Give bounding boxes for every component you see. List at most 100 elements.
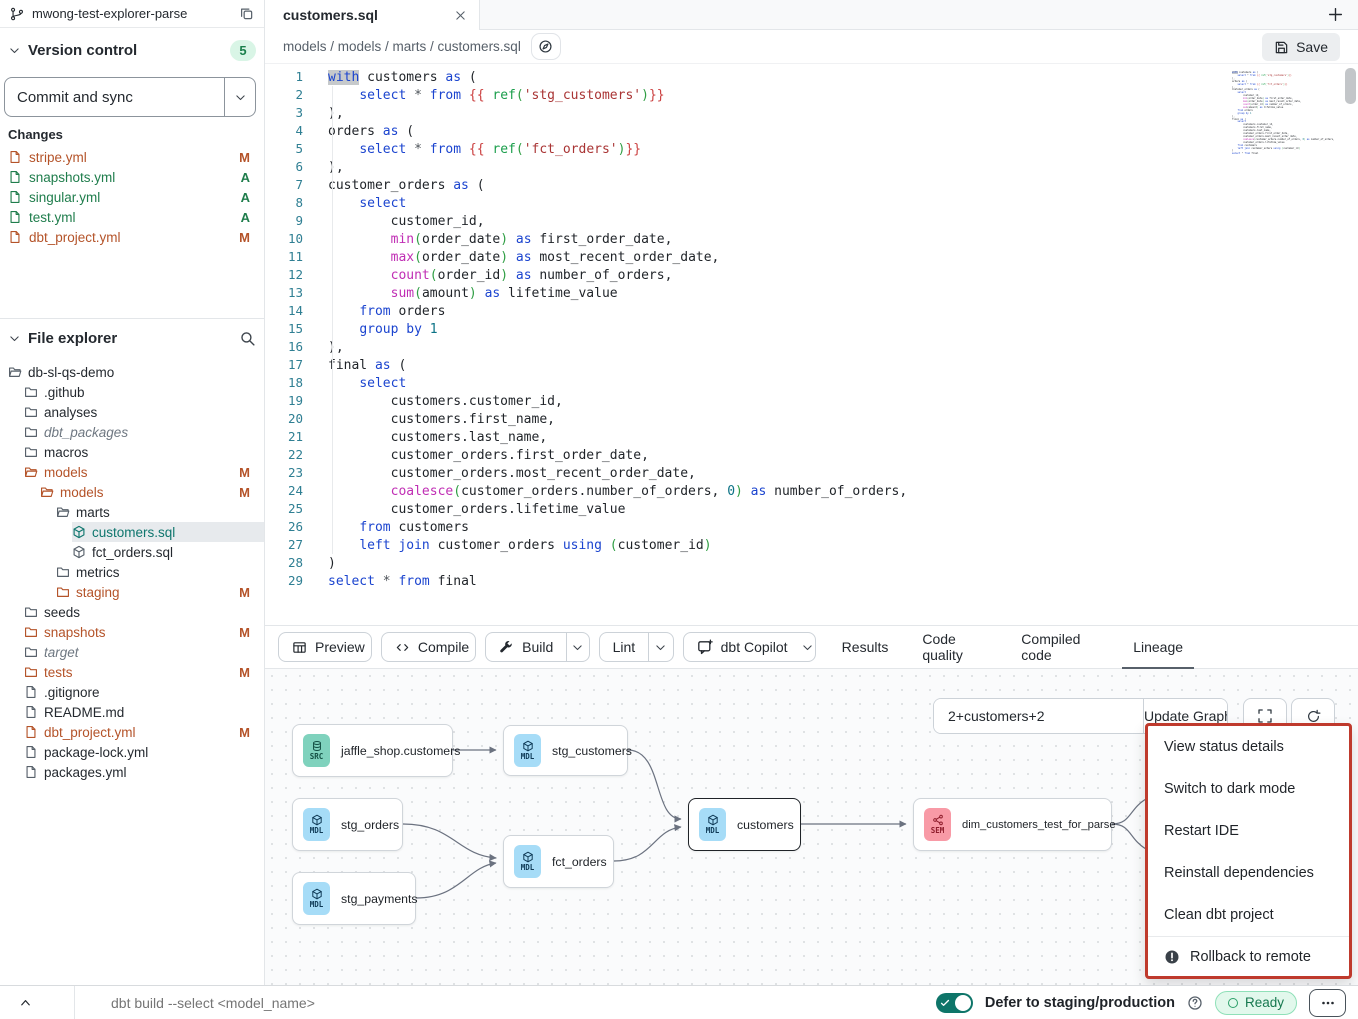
status-ready-badge[interactable]: Ready xyxy=(1215,991,1297,1015)
file-tree-item[interactable]: macros xyxy=(24,442,264,462)
share-icon xyxy=(932,814,944,826)
file-tree-item[interactable]: dbt_project.yml M xyxy=(24,722,264,742)
file-type-icon xyxy=(24,665,38,679)
result-tab[interactable]: Results xyxy=(825,625,906,669)
chevron-down-icon xyxy=(571,641,584,654)
sidebar: mwong-test-explorer-parse Version contro… xyxy=(0,0,265,985)
status-bar: Defer to staging/production Ready xyxy=(0,985,1358,1019)
commit-options-caret[interactable] xyxy=(224,78,255,116)
model-badge: MDL xyxy=(514,845,541,878)
lineage-node-stg-orders[interactable]: MDL stg_orders xyxy=(292,798,403,851)
file-type-icon xyxy=(24,765,38,779)
file-tree-item[interactable]: .gitignore xyxy=(24,682,264,702)
context-menu-item[interactable]: Clean dbt project xyxy=(1148,894,1349,936)
editor-scrollbar[interactable] xyxy=(1345,68,1356,618)
open-in-explorer-button[interactable] xyxy=(531,33,561,60)
context-menu-item[interactable]: Reinstall dependencies xyxy=(1148,852,1349,894)
lineage-node-fct-orders[interactable]: MDL fct_orders xyxy=(503,835,614,888)
file-tree-label: package-lock.yml xyxy=(44,745,148,760)
ide-options-button[interactable] xyxy=(1309,989,1346,1017)
file-tree-item[interactable]: packages.yml xyxy=(24,762,264,782)
save-button[interactable]: Save xyxy=(1262,33,1340,61)
dbt-copilot-button[interactable]: dbt Copilot xyxy=(684,633,801,661)
cube-icon xyxy=(311,814,323,826)
defer-toggle[interactable] xyxy=(936,993,973,1013)
new-tab-plus-icon[interactable] xyxy=(1327,6,1344,23)
changed-file-row[interactable]: singular.yml A xyxy=(0,187,264,207)
file-tree-item[interactable]: metrics xyxy=(56,562,264,582)
changed-file-row[interactable]: snapshots.yml A xyxy=(0,167,264,187)
file-tree-item[interactable]: seeds xyxy=(24,602,264,622)
file-tree-item[interactable]: customers.sql xyxy=(72,522,264,542)
rollback-to-remote-menu-item[interactable]: Rollback to remote xyxy=(1148,936,1349,976)
file-explorer-header[interactable]: File explorer xyxy=(0,324,264,352)
lineage-node-stg-payments[interactable]: MDL stg_payments xyxy=(292,872,416,925)
lineage-node-customers[interactable]: MDL customers xyxy=(688,798,801,851)
lint-button[interactable]: Lint xyxy=(600,633,649,661)
compile-button[interactable]: Compile xyxy=(382,633,476,661)
preview-button[interactable]: Preview xyxy=(279,633,372,661)
help-icon[interactable] xyxy=(1187,995,1203,1011)
changed-file-row[interactable]: dbt_project.yml M xyxy=(0,227,264,247)
file-tree-label: customers.sql xyxy=(92,525,175,540)
chevron-down-icon xyxy=(8,332,21,345)
result-tab[interactable]: Compiled code xyxy=(1004,625,1116,669)
close-tab-icon[interactable] xyxy=(454,9,467,22)
file-tree-item[interactable]: package-lock.yml xyxy=(24,742,264,762)
expand-command-panel-button[interactable] xyxy=(0,986,75,1019)
search-icon[interactable] xyxy=(239,330,256,347)
lineage-node-jaffle-shop-customers[interactable]: SRC jaffle_shop.customers xyxy=(292,724,453,777)
copilot-options-caret[interactable] xyxy=(801,633,816,661)
context-menu-item[interactable]: View status details xyxy=(1148,726,1349,768)
result-tab[interactable]: Code quality xyxy=(905,625,1004,669)
lint-options-caret[interactable] xyxy=(648,633,672,661)
file-tree-label: db-sl-qs-demo xyxy=(28,365,114,380)
lineage-selector-input[interactable] xyxy=(934,699,1143,733)
file-tree-label: staging xyxy=(76,585,120,600)
node-label: fct_orders xyxy=(552,855,607,869)
file-icon xyxy=(8,210,22,224)
file-tree-item[interactable]: .github xyxy=(24,382,264,402)
cube-icon xyxy=(311,888,323,900)
node-label: customers xyxy=(737,818,794,832)
file-type-icon xyxy=(40,485,54,499)
build-button[interactable]: Build xyxy=(486,633,566,661)
version-control-header[interactable]: Version control 5 xyxy=(0,36,264,64)
file-type-icon xyxy=(24,645,38,659)
dbt-command-input[interactable] xyxy=(109,994,669,1012)
build-options-caret[interactable] xyxy=(566,633,588,661)
scrollbar-thumb[interactable] xyxy=(1345,68,1356,104)
refresh-icon xyxy=(1306,709,1321,724)
context-menu-item[interactable]: Restart IDE xyxy=(1148,810,1349,852)
status-bar-right: Defer to staging/production Ready xyxy=(936,989,1358,1017)
file-tree-item[interactable]: staging M xyxy=(56,582,264,602)
save-icon xyxy=(1274,40,1289,55)
file-tree-item[interactable]: models M xyxy=(24,462,264,482)
changed-file-row[interactable]: stripe.yml M xyxy=(0,147,264,167)
lineage-panel[interactable]: SRC jaffle_shop.customers MDL stg_custom… xyxy=(265,669,1358,985)
file-tree-item[interactable]: analyses xyxy=(24,402,264,422)
breadcrumb: models / models / marts / customers.sql xyxy=(283,39,521,54)
lineage-node-stg-customers[interactable]: MDL stg_customers xyxy=(503,725,628,776)
file-tree-item[interactable]: tests M xyxy=(24,662,264,682)
semantic-badge: SEM xyxy=(924,808,951,841)
file-tree-item[interactable]: dbt_packages xyxy=(24,422,264,442)
file-tree-item[interactable]: snapshots M xyxy=(24,622,264,642)
file-tree-item[interactable]: fct_orders.sql xyxy=(72,542,264,562)
tab-customers-sql[interactable]: customers.sql xyxy=(265,0,480,30)
code-editor[interactable]: 1with customers as (2 select * from {{ r… xyxy=(265,64,1358,625)
file-tree-item[interactable]: marts xyxy=(56,502,264,522)
commit-and-sync-button[interactable]: Commit and sync xyxy=(5,78,224,116)
copy-branch-icon[interactable] xyxy=(239,6,254,21)
file-tree-item[interactable]: db-sl-qs-demo xyxy=(8,362,264,382)
result-tab[interactable]: Lineage xyxy=(1116,625,1200,669)
minimap[interactable]: with customers as ( select * from {{ ref… xyxy=(1232,72,1310,156)
file-tree-item[interactable]: models M xyxy=(40,482,264,502)
file-tree-item[interactable]: README.md xyxy=(24,702,264,722)
context-menu-item[interactable]: Switch to dark mode xyxy=(1148,768,1349,810)
file-type-icon xyxy=(24,705,38,719)
changed-file-row[interactable]: test.yml A xyxy=(0,207,264,227)
editor-tab-bar: customers.sql xyxy=(265,0,1358,30)
file-tree-item[interactable]: target xyxy=(24,642,264,662)
lineage-node-dim-customers-test-for-parse[interactable]: SEM dim_customers_test_for_parse xyxy=(913,798,1112,851)
